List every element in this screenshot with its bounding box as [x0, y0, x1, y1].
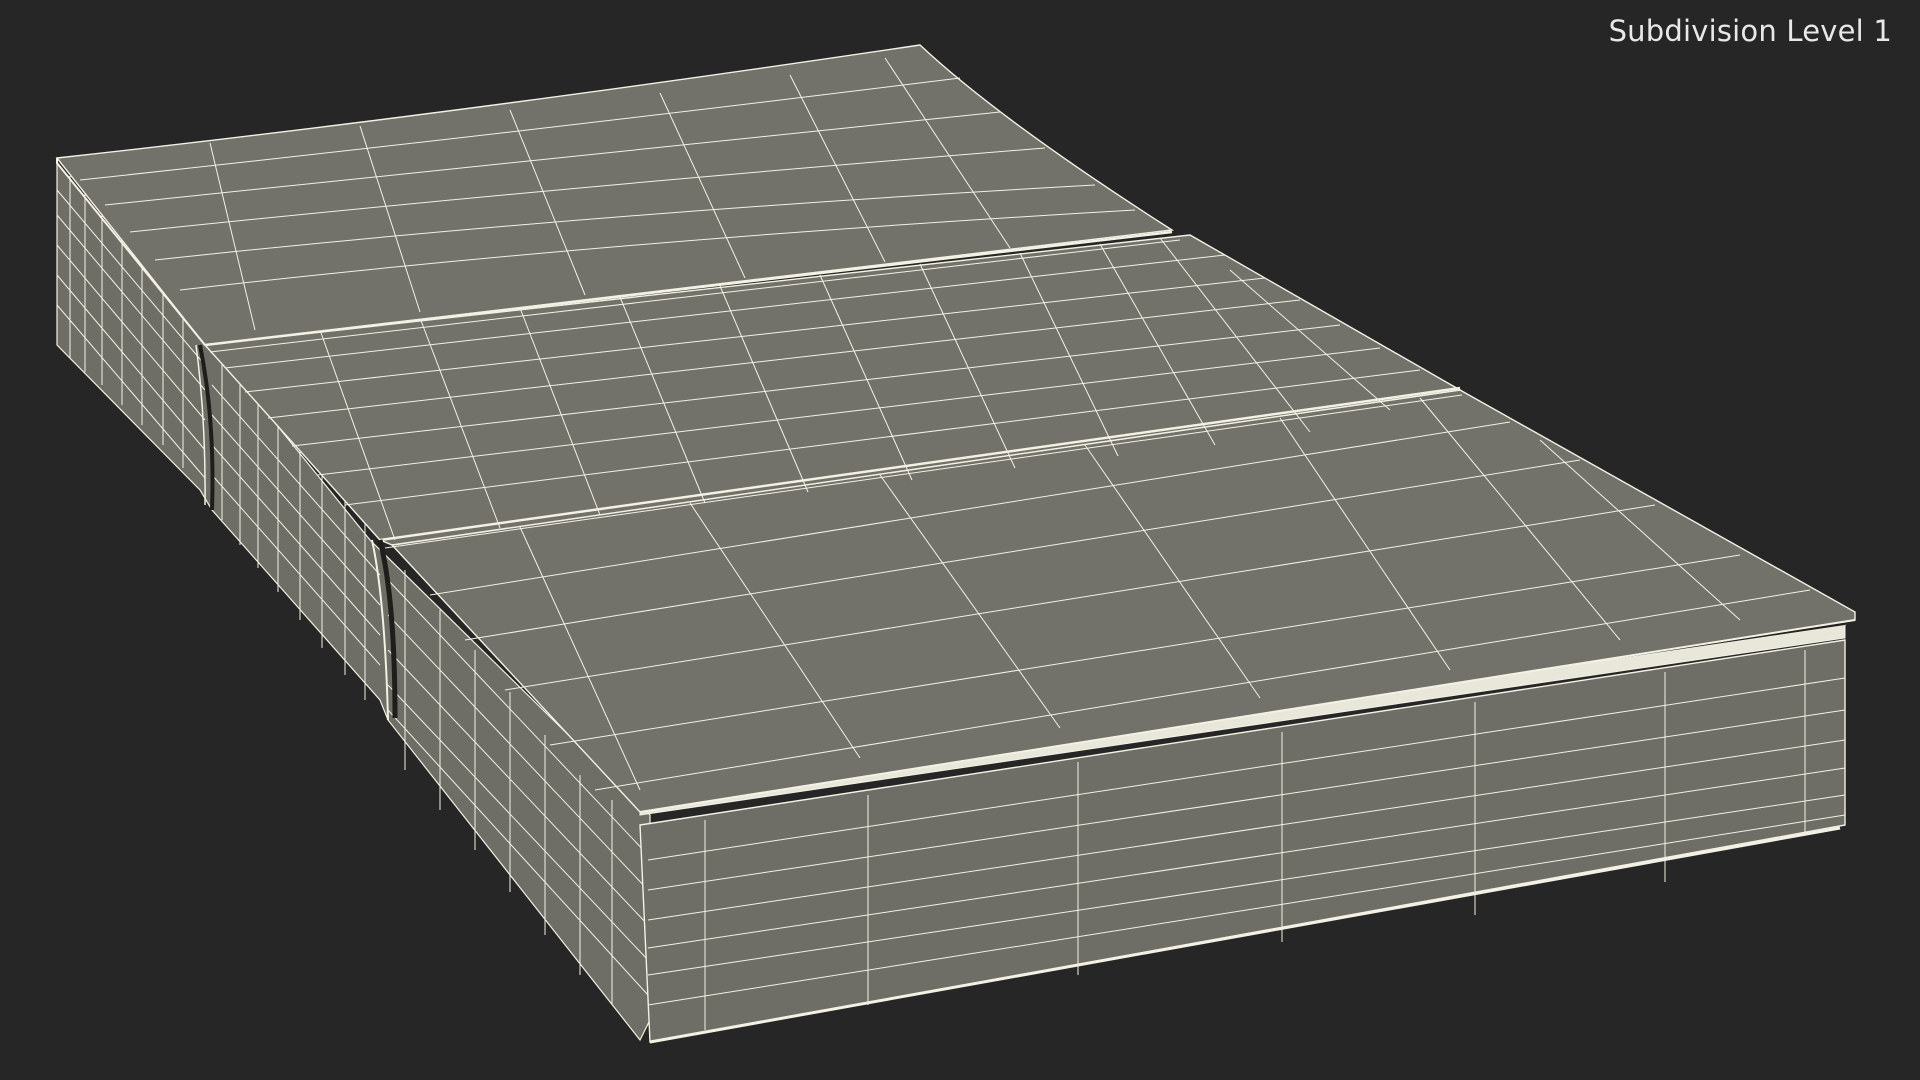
mesh-render — [55, 44, 1856, 1044]
3d-viewport[interactable]: Subdivision Level 1 — [0, 0, 1920, 1080]
subdivision-level-label: Subdivision Level 1 — [1608, 14, 1892, 48]
